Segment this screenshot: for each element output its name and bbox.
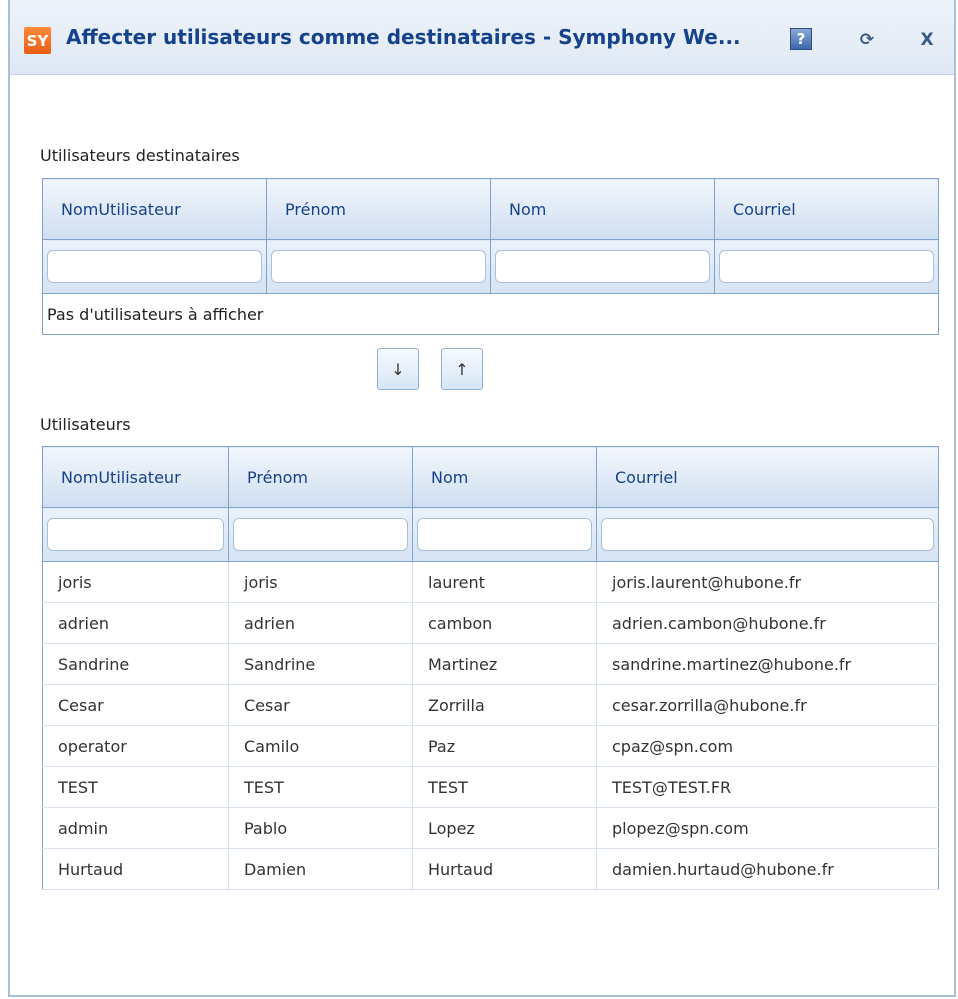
recipients-empty-text: Pas d'utilisateurs à afficher xyxy=(47,304,264,324)
move-up-button[interactable]: ↑ xyxy=(441,348,483,390)
app-logo-icon: SY xyxy=(24,27,51,54)
recipients-filter-cell xyxy=(42,239,267,294)
table-row[interactable]: adrien adrien cambon adrien.cambon@hubone.f… xyxy=(42,602,939,644)
users-header-row: NomUtilisateur Prénom Nom Courriel xyxy=(42,446,939,508)
users-filter-cell xyxy=(412,507,597,562)
recipients-filter-lastname[interactable] xyxy=(495,250,710,283)
arrow-down-icon: ↓ xyxy=(391,359,405,379)
recipients-empty-row: Pas d'utilisateurs à afficher xyxy=(43,294,939,335)
title-bar[interactable]: SY Affecter utilisateurs comme destinata… xyxy=(10,0,954,75)
user-username-cell: TEST xyxy=(42,766,229,808)
move-down-button[interactable]: ↓ xyxy=(377,348,419,390)
users-filter-cell xyxy=(42,507,229,562)
recipients-filter-cell xyxy=(266,239,491,294)
user-username-cell: Hurtaud xyxy=(42,848,229,890)
user-firstname-cell: adrien xyxy=(228,602,413,644)
table-row[interactable]: Hurtaud Damien Hurtaud damien.hurtaud@hubon… xyxy=(42,848,939,890)
user-firstname-cell: Damien xyxy=(228,848,413,890)
user-firstname-cell: Cesar xyxy=(228,684,413,726)
users-filter-cell xyxy=(596,507,939,562)
user-lastname-cell: Lopez xyxy=(412,807,597,849)
user-username-cell: adrien xyxy=(42,602,229,644)
table-row[interactable]: admin Pablo Lopez plopez@spn.com xyxy=(42,807,939,849)
user-email-cell: damien.hurtaud@hubone.fr xyxy=(596,848,939,890)
user-firstname-cell: Pablo xyxy=(228,807,413,849)
users-filter-cell xyxy=(228,507,413,562)
users-col-lastname[interactable]: Nom xyxy=(412,446,597,508)
close-icon[interactable]: X xyxy=(915,28,939,52)
recipients-header-row: NomUtilisateur Prénom Nom Courriel xyxy=(42,178,939,240)
user-lastname-cell: Hurtaud xyxy=(412,848,597,890)
users-filter-username[interactable] xyxy=(47,518,224,551)
recipients-filter-cell xyxy=(490,239,715,294)
users-label: Utilisateurs xyxy=(40,415,131,434)
user-email-cell: TEST@TEST.FR xyxy=(596,766,939,808)
user-firstname-cell: joris xyxy=(228,561,413,603)
recipients-col-firstname[interactable]: Prénom xyxy=(266,178,491,240)
recipients-filter-email[interactable] xyxy=(719,250,934,283)
dialog-window: SY Affecter utilisateurs comme destinata… xyxy=(8,0,956,997)
table-row[interactable]: Sandrine Sandrine Martinez sandrine.martine… xyxy=(42,643,939,685)
help-icon[interactable]: ? xyxy=(790,28,812,50)
user-firstname-cell: TEST xyxy=(228,766,413,808)
refresh-icon[interactable]: ⟳ xyxy=(855,28,879,52)
user-email-cell: adrien.cambon@hubone.fr xyxy=(596,602,939,644)
recipients-col-username[interactable]: NomUtilisateur xyxy=(42,178,267,240)
user-email-cell: cpaz@spn.com xyxy=(596,725,939,767)
user-firstname-cell: Camilo xyxy=(228,725,413,767)
user-firstname-cell: Sandrine xyxy=(228,643,413,685)
user-email-cell: joris.laurent@hubone.fr xyxy=(596,561,939,603)
recipients-col-lastname[interactable]: Nom xyxy=(490,178,715,240)
users-col-firstname[interactable]: Prénom xyxy=(228,446,413,508)
user-lastname-cell: Zorrilla xyxy=(412,684,597,726)
user-lastname-cell: Martinez xyxy=(412,643,597,685)
user-email-cell: plopez@spn.com xyxy=(596,807,939,849)
table-row[interactable]: joris joris laurent joris.laurent@hubone.fr xyxy=(42,561,939,603)
users-filter-row xyxy=(42,507,939,562)
user-username-cell: Cesar xyxy=(42,684,229,726)
table-row[interactable]: Cesar Cesar Zorrilla cesar.zorrilla@hubone.… xyxy=(42,684,939,726)
recipients-filter-row xyxy=(42,239,939,294)
recipients-filter-firstname[interactable] xyxy=(271,250,486,283)
recipients-grid: NomUtilisateur Prénom Nom Courriel Pas d… xyxy=(42,178,939,335)
users-grid: NomUtilisateur Prénom Nom Courriel joris… xyxy=(42,446,939,890)
user-username-cell: operator xyxy=(42,725,229,767)
table-row[interactable]: TEST TEST TEST TEST@TEST.FR xyxy=(42,766,939,808)
recipients-col-email[interactable]: Courriel xyxy=(714,178,939,240)
user-username-cell: admin xyxy=(42,807,229,849)
users-filter-lastname[interactable] xyxy=(417,518,592,551)
user-lastname-cell: TEST xyxy=(412,766,597,808)
user-lastname-cell: cambon xyxy=(412,602,597,644)
users-col-email[interactable]: Courriel xyxy=(596,446,939,508)
user-username-cell: Sandrine xyxy=(42,643,229,685)
users-filter-firstname[interactable] xyxy=(233,518,408,551)
users-col-username[interactable]: NomUtilisateur xyxy=(42,446,229,508)
user-username-cell: joris xyxy=(42,561,229,603)
users-filter-email[interactable] xyxy=(601,518,934,551)
window-title: Affecter utilisateurs comme destinataire… xyxy=(66,25,741,49)
recipients-label: Utilisateurs destinataires xyxy=(40,146,240,165)
table-row[interactable]: operator Camilo Paz cpaz@spn.com xyxy=(42,725,939,767)
user-email-cell: sandrine.martinez@hubone.fr xyxy=(596,643,939,685)
user-email-cell: cesar.zorrilla@hubone.fr xyxy=(596,684,939,726)
recipients-filter-cell xyxy=(714,239,939,294)
arrow-up-icon: ↑ xyxy=(455,359,469,379)
user-lastname-cell: Paz xyxy=(412,725,597,767)
user-lastname-cell: laurent xyxy=(412,561,597,603)
recipients-filter-username[interactable] xyxy=(47,250,262,283)
